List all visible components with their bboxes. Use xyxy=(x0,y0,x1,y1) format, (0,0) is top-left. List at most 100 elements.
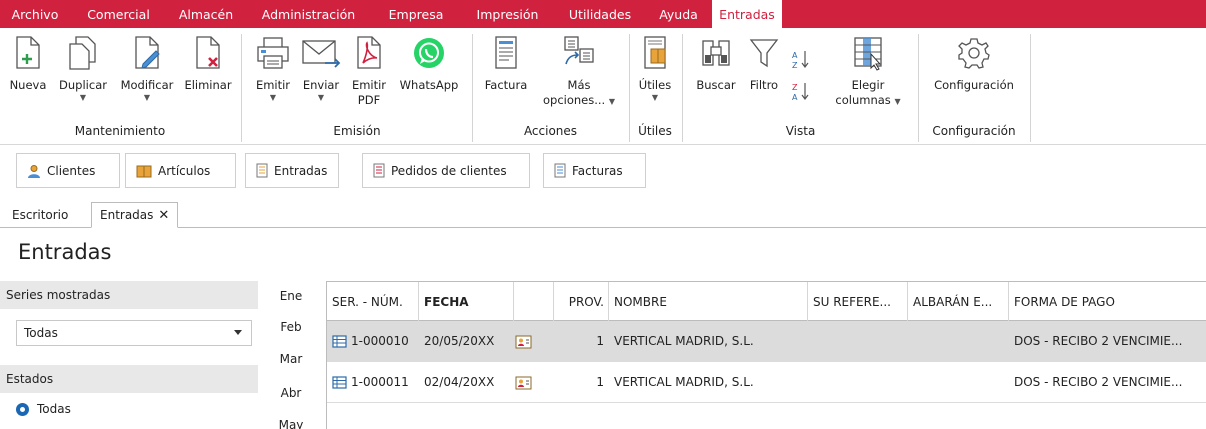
radio-selected-icon xyxy=(16,402,29,416)
box-icon xyxy=(136,165,152,177)
month-feb[interactable]: Feb xyxy=(273,320,309,334)
series-select[interactable]: Todas xyxy=(16,320,252,346)
columns-icon xyxy=(848,28,888,78)
elegir-columnas-button[interactable]: Elegir columnas ▼ xyxy=(828,28,908,108)
provider-card-icon[interactable] xyxy=(515,362,532,402)
more-options-icon xyxy=(559,28,599,78)
duplicate-icon xyxy=(63,28,103,78)
chevron-down-icon: ▼ xyxy=(79,93,87,102)
column-header-icon[interactable] xyxy=(514,282,554,321)
chevron-down-icon: ▼ xyxy=(317,93,325,102)
column-header-fecha[interactable]: FECHA xyxy=(419,282,514,321)
column-header-albaran[interactable]: ALBARÁN E... xyxy=(908,282,1009,321)
month-may[interactable]: May xyxy=(273,418,309,429)
svg-text:Z: Z xyxy=(792,83,798,92)
utiles-button[interactable]: Útiles ▼ xyxy=(634,28,676,103)
emitir-pdf-button[interactable]: Emitir PDF xyxy=(346,28,392,108)
close-icon[interactable]: ✕ xyxy=(158,208,169,223)
sort-az-icon: AZ xyxy=(792,51,809,70)
svg-text:A: A xyxy=(792,93,798,102)
menu-archivo[interactable]: Archivo xyxy=(0,0,70,28)
group-label-mantenimiento: Mantenimiento xyxy=(74,124,166,138)
menu-empresa[interactable]: Empresa xyxy=(372,0,460,28)
chevron-down-icon: ▼ xyxy=(894,97,901,106)
estado-todas-radio[interactable]: Todas xyxy=(16,402,71,416)
sort-ascending-button[interactable]: AZ xyxy=(789,48,813,70)
entry-doc-icon xyxy=(332,362,347,402)
column-header-nombre[interactable]: NOMBRE xyxy=(609,282,808,321)
group-label-utiles: Útiles xyxy=(638,124,672,138)
menu-ayuda[interactable]: Ayuda xyxy=(645,0,712,28)
edit-document-icon xyxy=(127,28,167,78)
column-header-prov[interactable]: PROV. xyxy=(554,282,609,321)
whatsapp-icon xyxy=(409,28,449,78)
column-header-forma-pago[interactable]: FORMA DE PAGO xyxy=(1009,282,1206,321)
menu-almacen[interactable]: Almacén xyxy=(167,0,245,28)
group-label-configuracion: Configuración xyxy=(932,124,1016,138)
enviar-button[interactable]: Enviar ▼ xyxy=(298,28,344,103)
gear-icon xyxy=(954,28,994,78)
month-ene[interactable]: Ene xyxy=(273,289,309,303)
tabs-divider xyxy=(0,227,1206,228)
cell-nombre: VERTICAL MADRID, S.L. xyxy=(614,334,754,348)
chevron-down-icon: ▼ xyxy=(269,93,277,102)
month-mar[interactable]: Mar xyxy=(273,352,309,366)
cell-fecha: 02/04/20XX xyxy=(424,375,495,389)
table-row[interactable]: 1-000011 02/04/20XX 1 VERTICAL MADRID, S… xyxy=(327,362,1206,403)
eliminar-button[interactable]: Eliminar xyxy=(181,28,235,93)
invoice-icon xyxy=(486,28,526,78)
svg-text:Z: Z xyxy=(792,61,798,70)
tools-icon xyxy=(635,28,675,78)
nueva-button[interactable]: Nueva xyxy=(4,28,52,93)
filter-icon xyxy=(744,28,784,78)
group-label-emision: Emisión xyxy=(333,124,381,138)
tab-escritorio[interactable]: Escritorio xyxy=(12,202,68,228)
buscar-button[interactable]: Buscar xyxy=(692,28,740,93)
pedidos-clientes-button[interactable]: Pedidos de clientes xyxy=(362,153,530,188)
modificar-button[interactable]: Modificar ▼ xyxy=(114,28,180,103)
table-row[interactable]: 1-000010 20/05/20XX 1 VERTICAL MADRID, S… xyxy=(327,321,1206,362)
tab-entradas[interactable]: Entradas ✕ xyxy=(91,202,179,228)
provider-card-icon[interactable] xyxy=(515,321,532,361)
column-header-num[interactable]: SER. - NÚM. xyxy=(327,282,419,321)
sort-descending-button[interactable]: ZA xyxy=(789,80,813,102)
chevron-down-icon xyxy=(234,330,242,335)
whatsapp-button[interactable]: WhatsApp xyxy=(393,28,465,93)
document-icon xyxy=(256,163,268,178)
factura-button[interactable]: Factura xyxy=(480,28,532,93)
new-document-icon xyxy=(8,28,48,78)
grid-header: SER. - NÚM. FECHA PROV. NOMBRE SU REFERE… xyxy=(327,282,1206,321)
binoculars-icon xyxy=(696,28,736,78)
entradas-button[interactable]: Entradas xyxy=(245,153,339,188)
cell-num: 1-000011 xyxy=(351,375,409,389)
facturas-button[interactable]: Facturas xyxy=(543,153,646,188)
cell-forma-pago: DOS - RECIBO 2 VENCIMIE... xyxy=(1014,334,1183,348)
svg-text:A: A xyxy=(792,51,798,60)
emitir-button[interactable]: Emitir ▼ xyxy=(250,28,296,103)
chevron-down-icon: ▼ xyxy=(143,93,151,102)
menu-impresion[interactable]: Impresión xyxy=(460,0,555,28)
menu-entradas[interactable]: Entradas xyxy=(712,0,782,28)
envelope-icon xyxy=(301,28,341,78)
configuracion-button[interactable]: Configuración xyxy=(925,28,1023,93)
page-title: Entradas xyxy=(18,240,112,264)
menu-comercial[interactable]: Comercial xyxy=(70,0,167,28)
user-icon xyxy=(28,164,40,178)
menu-utilidades[interactable]: Utilidades xyxy=(555,0,645,28)
articulos-button[interactable]: Artículos xyxy=(125,153,236,188)
sort-za-icon: ZA xyxy=(792,83,809,102)
cell-prov: 1 xyxy=(596,375,604,389)
chevron-down-icon: ▼ xyxy=(651,93,659,102)
group-separator xyxy=(1030,34,1031,142)
menu-bar: Archivo Comercial Almacén Administración… xyxy=(0,0,1206,28)
column-header-referencia[interactable]: SU REFERE... xyxy=(808,282,908,321)
entry-doc-icon xyxy=(332,321,347,361)
month-abr[interactable]: Abr xyxy=(273,386,309,400)
ribbon: Nueva Duplicar ▼ Modificar ▼ Eliminar Ma… xyxy=(0,28,1206,145)
duplicar-button[interactable]: Duplicar ▼ xyxy=(52,28,114,103)
filtro-button[interactable]: Filtro xyxy=(742,28,786,93)
mas-opciones-button[interactable]: Más opciones... ▼ xyxy=(534,28,624,108)
clientes-button[interactable]: Clientes xyxy=(16,153,120,188)
menu-administracion[interactable]: Administración xyxy=(245,0,372,28)
document-icon xyxy=(554,163,566,178)
